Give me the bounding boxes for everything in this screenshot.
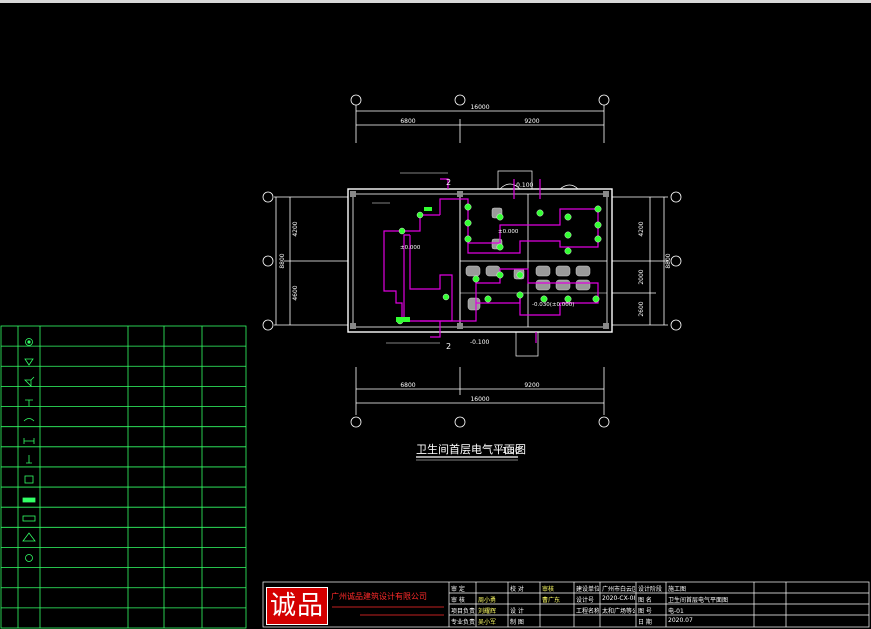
title-block-cell: 图 号	[638, 608, 652, 615]
legend-exhaust-icon	[26, 455, 32, 464]
legend-detector-icon	[25, 554, 33, 562]
title-block-cell: 周小勇	[478, 597, 497, 604]
legend-wall-light-icon	[24, 358, 34, 366]
legend-distribution-box-icon	[22, 515, 36, 522]
dim-right-mid: 2000	[638, 269, 645, 284]
right-axis-bubbles	[670, 191, 682, 331]
title-block-cell: 建设单位	[576, 586, 599, 593]
title-block-cell: 专业负责	[451, 619, 475, 626]
title-block-cell: 曹广东	[542, 597, 561, 604]
dim-right-upper: 4200	[638, 221, 645, 236]
dim-bottom-left: 6800	[400, 382, 415, 389]
title-block-cell: 校 对	[510, 586, 524, 593]
title-block-cell: 太和广场等公共卫生间改造工程	[602, 608, 635, 615]
section-mark-bottom: 2	[446, 342, 451, 351]
dim-top-total: 16000	[470, 104, 489, 111]
title-block-cell: 制 图	[510, 619, 524, 626]
legend-panelboard-icon	[22, 497, 36, 503]
dim-left-lower: 4600	[292, 285, 299, 300]
level-bottom: -0.100	[470, 339, 490, 346]
dim-left-upper: 4200	[292, 221, 299, 236]
legend-symbols	[22, 338, 36, 562]
level-room-left: ±0.000	[400, 245, 421, 251]
title-block-cell: 吴小军	[478, 619, 497, 626]
title-block-cell: 项目负责	[451, 608, 475, 615]
drawing-scale: 1:50	[502, 446, 520, 455]
title-block-cell: 设 计	[510, 608, 524, 615]
level-top: -0.100	[514, 182, 534, 189]
legend-switch-icon	[24, 376, 35, 387]
building-walls	[347, 188, 613, 333]
legend-junction-box-icon	[24, 475, 34, 484]
left-axis-bubbles	[262, 191, 274, 331]
legend-fan-icon	[23, 418, 35, 422]
bottom-axis-bubbles	[350, 416, 610, 428]
dim-bottom-right: 9200	[524, 382, 539, 389]
legend-panel	[0, 325, 247, 629]
title-block-cell: 2020.07	[668, 617, 693, 624]
title-block-cell: 设计阶段	[638, 586, 663, 593]
title-block-cell: 工程名称	[576, 608, 599, 615]
section-mark-top: 2	[446, 178, 451, 187]
title-block-cell: 审 核	[451, 597, 465, 604]
dim-top-left: 6800	[400, 118, 415, 125]
title-block-cell: 施工图	[668, 586, 687, 593]
title-block-cell: 审 定	[451, 586, 465, 593]
entrance-marks	[497, 170, 579, 357]
title-block-cell: 日 期	[638, 619, 652, 626]
dim-right-total: 8800	[665, 253, 672, 268]
dim-right-lower: 2600	[638, 301, 645, 316]
legend-warning-icon	[22, 532, 36, 542]
title-block-cell: 刘耀辉	[478, 608, 497, 615]
legend-socket-icon	[25, 399, 33, 406]
company-name: 广州诚品建筑设计有限公司	[331, 592, 427, 601]
electrical-floor-plan: 16000 6800 9200 6800 9200 16000 4200 880…	[0, 94, 870, 629]
company-logo: 诚品	[266, 587, 328, 625]
title-block-cell: 广州市白云区太和镇人民政府	[602, 586, 635, 593]
title-block-cell: 审核	[542, 586, 555, 593]
bottom-dimension-chain	[355, 367, 605, 415]
legend-fluorescent-icon	[23, 438, 35, 444]
level-room-mid: ±0.000	[498, 229, 519, 235]
title-block-cell: 图 名	[638, 597, 652, 604]
title-block-cell: 2020-CX-08	[602, 595, 635, 602]
dim-left-total: 8800	[279, 253, 286, 268]
title-block-cell: 卫生间首层电气平面图	[668, 597, 729, 604]
level-room-right: -0.030(±0.000)	[532, 302, 574, 308]
title-block-cell: 设计号	[576, 597, 595, 604]
dim-bottom-total: 16000	[470, 396, 489, 403]
title-block-cell: 电-01	[668, 608, 684, 615]
dim-top-right: 9200	[524, 118, 539, 125]
cad-drawing-canvas[interactable]: 16000 6800 9200 6800 9200 16000 4200 880…	[0, 0, 871, 629]
